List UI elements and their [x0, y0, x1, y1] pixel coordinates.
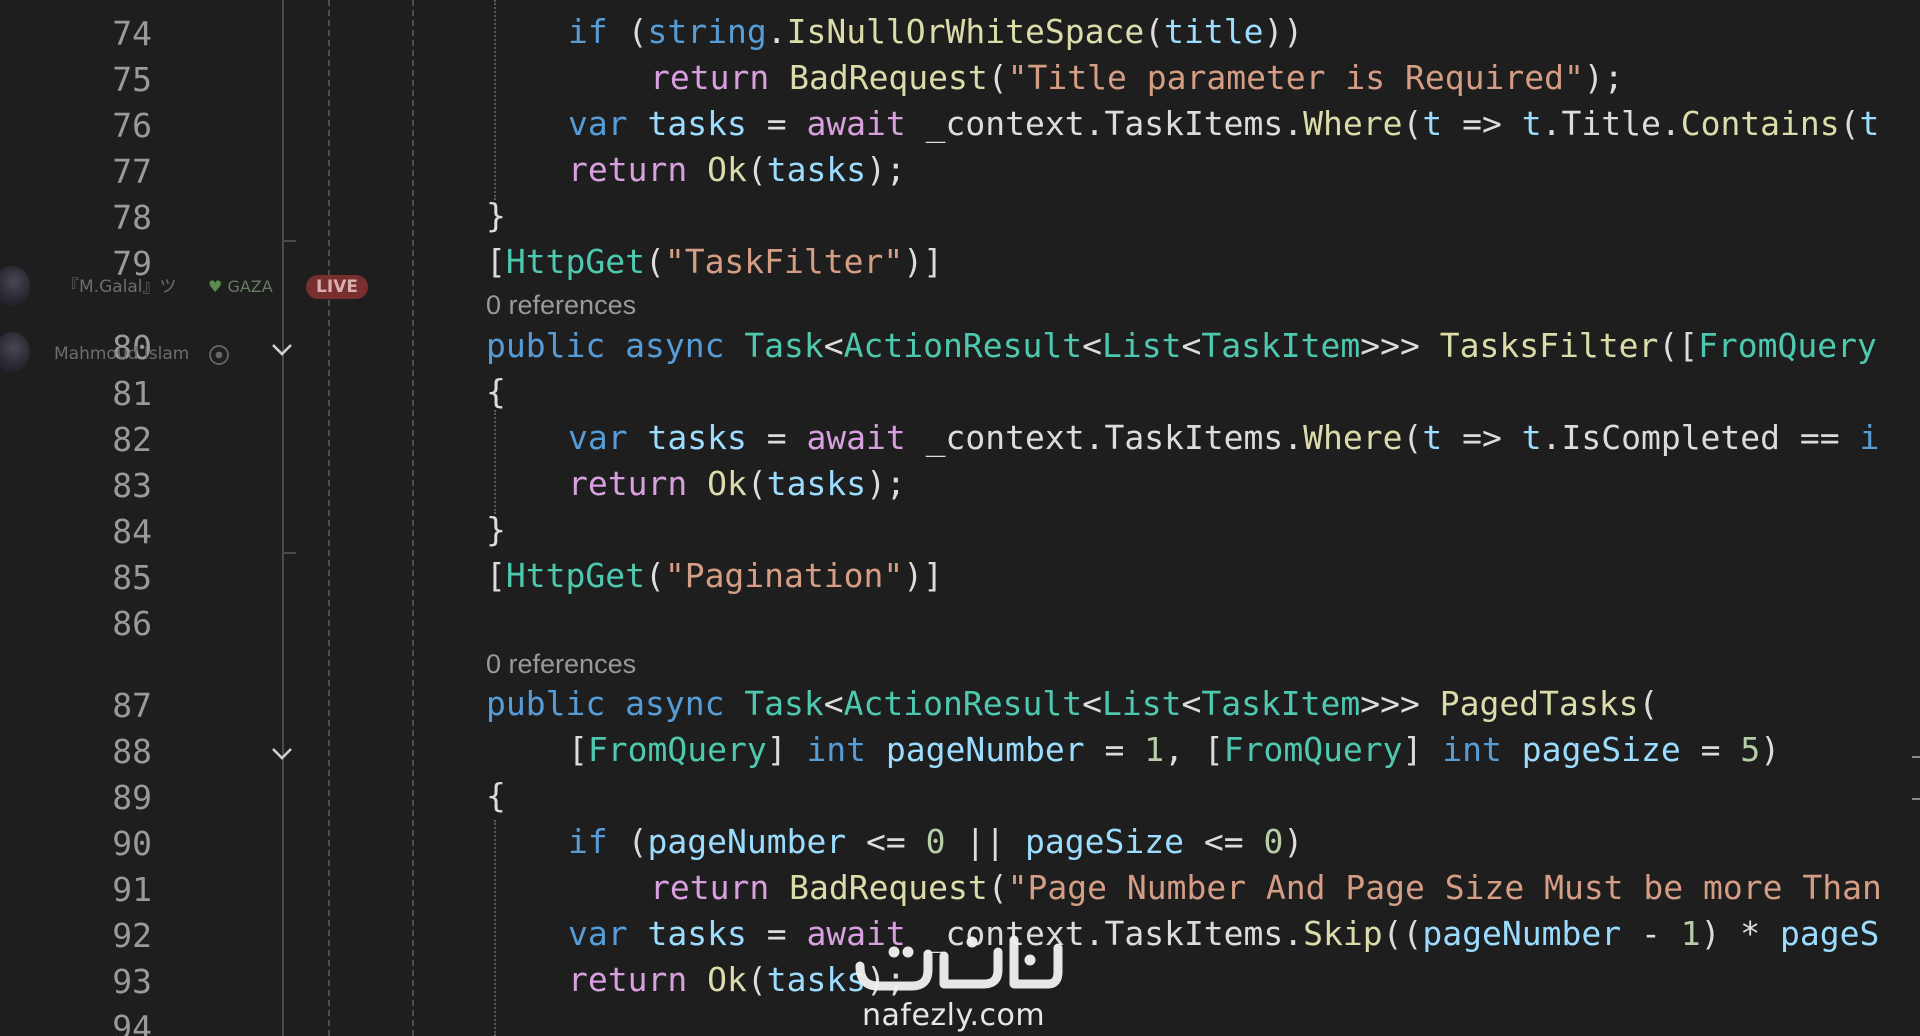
code-line-90: if (pageNumber <= 0 || pageSize <= 0)	[568, 822, 1304, 861]
fold-guide	[282, 0, 284, 1036]
code-line-78: }	[486, 196, 506, 235]
line-number: 84	[112, 512, 152, 551]
line-number: 86	[112, 604, 152, 643]
references-codelens[interactable]: 0 references	[486, 647, 636, 681]
scroll-marker	[1912, 756, 1920, 758]
code-line-74: if (string.IsNullOrWhiteSpace(title))	[568, 12, 1304, 51]
code-editor[interactable]: 74 75 76 77 78 79 80 81 82 83 84 85 86 8…	[0, 0, 1920, 1036]
line-number: 74	[112, 14, 152, 53]
scroll-marker	[1912, 798, 1920, 800]
code-line-91: return BadRequest("Page Number And Page …	[650, 868, 1882, 907]
code-line-83: return Ok(tasks);	[568, 464, 906, 503]
code-line-88: [FromQuery] int pageNumber = 1, [FromQue…	[568, 730, 1781, 769]
gutter-divider	[328, 0, 330, 1036]
nafezly-logo	[852, 926, 1066, 996]
code-line-85: [HttpGet("Pagination")]	[486, 556, 943, 595]
code-line-77: return Ok(tasks);	[568, 150, 906, 189]
line-number: 89	[112, 778, 152, 817]
watermark-url: nafezly.com	[862, 998, 1046, 1033]
line-number: 85	[112, 558, 152, 597]
indent-guide-inner	[494, 410, 496, 514]
code-line-79: [HttpGet("TaskFilter")]	[486, 242, 943, 281]
code-line-82: var tasks = await _context.TaskItems.Whe…	[568, 418, 1880, 457]
line-number: 87	[112, 686, 152, 725]
line-number: 83	[112, 466, 152, 505]
chat-username: Mahmoud Islam	[54, 344, 190, 364]
indent-guide-inner	[494, 820, 496, 1036]
chat-badge: ♥ GAZA	[208, 277, 273, 296]
line-number: 92	[112, 916, 152, 955]
line-number: 90	[112, 824, 152, 863]
line-number: 88	[112, 732, 152, 771]
indent-guide-inner	[494, 0, 496, 200]
indent-guide	[412, 0, 414, 1036]
code-line-76: var tasks = await _context.TaskItems.Whe…	[568, 104, 1880, 143]
line-number: 93	[112, 962, 152, 1001]
live-badge: LIVE	[306, 275, 368, 299]
fold-guide-end	[282, 240, 296, 242]
eye-icon	[208, 344, 230, 366]
references-codelens[interactable]: 0 references	[486, 288, 636, 322]
line-number: 81	[112, 374, 152, 413]
line-number: 75	[112, 60, 152, 99]
chat-username: 『M.Galal』ツ	[62, 277, 177, 297]
chevron-down-icon[interactable]	[266, 737, 298, 769]
code-line-84: }	[486, 510, 506, 549]
line-number: 82	[112, 420, 152, 459]
code-line-81: {	[486, 372, 506, 411]
line-number: 94	[112, 1008, 152, 1036]
code-line-89: {	[486, 776, 506, 815]
heart-icon: ♥	[208, 277, 223, 296]
fold-guide-end	[282, 552, 296, 554]
line-number: 77	[112, 152, 152, 191]
line-number: 91	[112, 870, 152, 909]
line-number: 76	[112, 106, 152, 145]
chevron-down-icon[interactable]	[266, 333, 298, 365]
code-line-92: var tasks = await _context.TaskItems.Ski…	[568, 914, 1880, 953]
code-line-87: public async Task<ActionResult<List<Task…	[486, 684, 1659, 723]
line-number: 78	[112, 198, 152, 237]
code-line-80: public async Task<ActionResult<List<Task…	[486, 326, 1877, 365]
code-line-75: return BadRequest("Title parameter is Re…	[650, 58, 1624, 97]
